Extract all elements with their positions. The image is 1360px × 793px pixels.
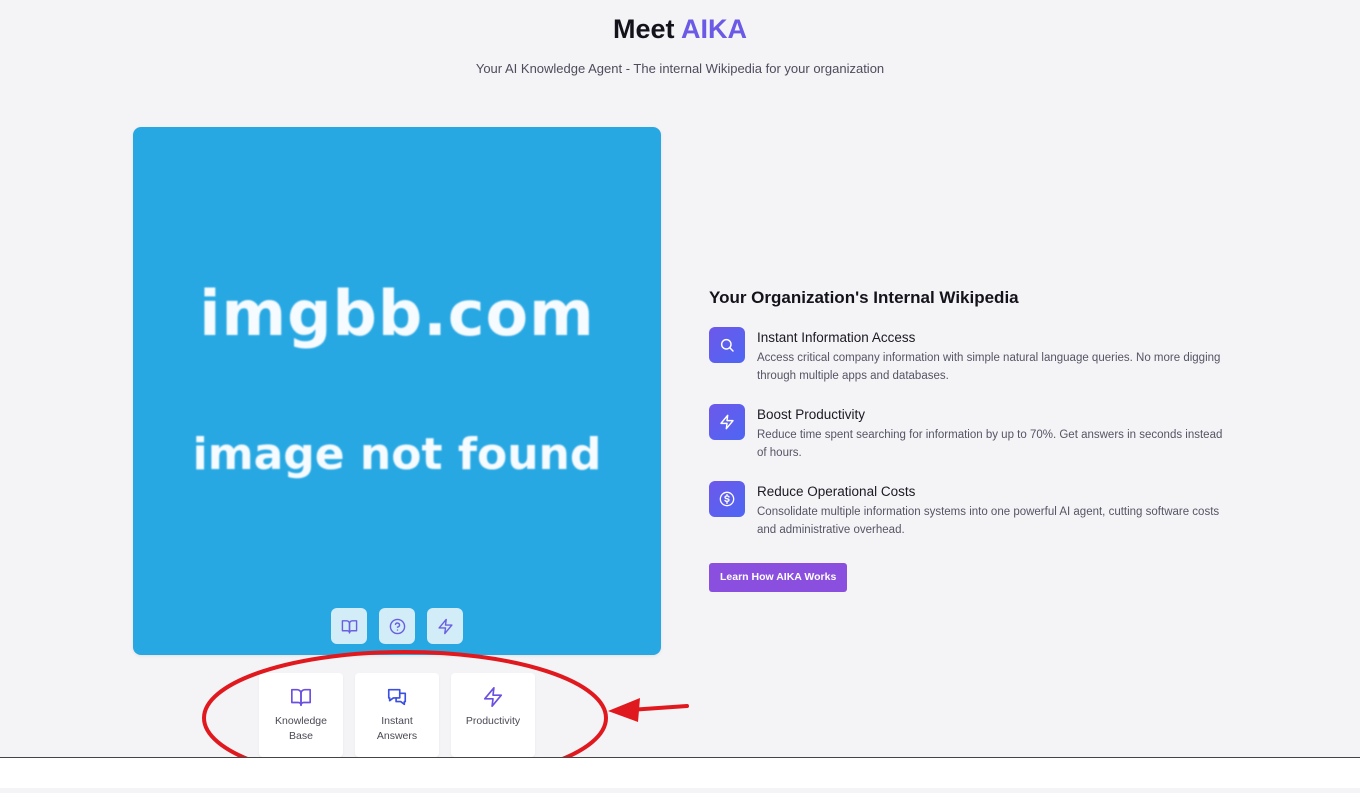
feature-title: Instant Information Access bbox=[757, 330, 916, 345]
feature-icon-box bbox=[709, 404, 745, 440]
hero-help-button[interactable] bbox=[379, 608, 415, 644]
feature-description: Access critical company information with… bbox=[757, 352, 1221, 382]
feature-description: Reduce time spent searching for informat… bbox=[757, 429, 1223, 459]
learn-how-button[interactable]: Learn How AIKA Works bbox=[709, 563, 848, 592]
feature-description: Consolidate multiple information systems… bbox=[757, 506, 1220, 536]
book-icon bbox=[341, 619, 357, 634]
feature-item: Boost Productivity Reduce time spent sea… bbox=[709, 404, 1229, 462]
feature-item: Reduce Operational Costs Consolidate mul… bbox=[709, 481, 1229, 539]
hero-knowledge-button[interactable] bbox=[331, 608, 367, 644]
features-section: Your Organization's Internal Wikipedia I… bbox=[709, 288, 1229, 592]
hero-lightning-button[interactable] bbox=[427, 608, 463, 644]
page-subtitle: Your AI Knowledge Agent - The internal W… bbox=[475, 61, 885, 76]
feature-icon-box bbox=[709, 327, 745, 363]
feature-text: Reduce Operational Costs Consolidate mul… bbox=[757, 481, 1227, 539]
search-icon bbox=[720, 338, 734, 352]
dollar-icon bbox=[719, 491, 735, 507]
title-prefix: Meet bbox=[612, 14, 675, 44]
help-circle-icon bbox=[389, 618, 405, 634]
page-title: Meet AIKA bbox=[0, 14, 1360, 45]
bottom-divider bbox=[0, 757, 1360, 788]
lightning-icon bbox=[437, 618, 453, 634]
title-accent: AIKA bbox=[681, 14, 747, 44]
lightning-icon bbox=[720, 414, 734, 430]
feature-item: Instant Information Access Access critic… bbox=[709, 327, 1229, 385]
feature-title: Boost Productivity bbox=[757, 407, 866, 422]
annotation-arrow bbox=[608, 698, 689, 722]
feature-title: Reduce Operational Costs bbox=[757, 484, 916, 499]
hero-button-group bbox=[133, 608, 661, 644]
feature-text: Boost Productivity Reduce time spent sea… bbox=[757, 404, 1227, 462]
image-placeholder-line2: image not found bbox=[192, 429, 602, 480]
section-title: Your Organization's Internal Wikipedia bbox=[709, 288, 1019, 307]
hero-image: imgbb.com image not found bbox=[133, 127, 661, 655]
feature-icon-box bbox=[709, 481, 745, 517]
feature-text: Instant Information Access Access critic… bbox=[757, 327, 1227, 385]
image-placeholder-line1: imgbb.com bbox=[199, 277, 595, 350]
